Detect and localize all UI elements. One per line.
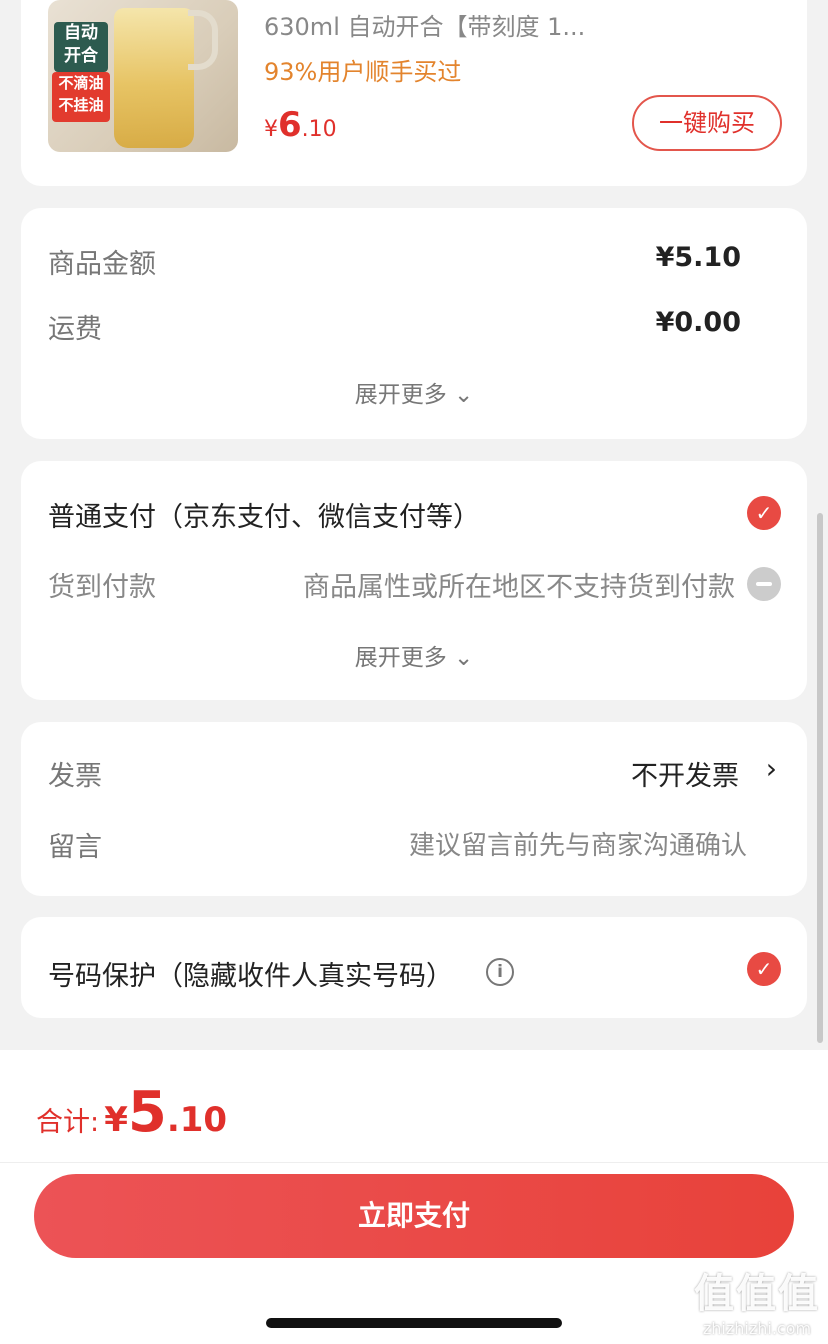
product-price: ¥6.10 [264, 105, 337, 145]
product-bought-stat: 93%用户顺手买过 [264, 58, 462, 86]
number-protection-label: 号码保护（隐藏收件人真实号码） [48, 961, 453, 992]
goods-amount-value: ¥5.10 [655, 242, 741, 273]
thumb-tag-nodrip: 不滴油 不挂油 [52, 72, 110, 122]
scrollbar[interactable] [817, 513, 823, 1043]
bottle-handle-image [188, 10, 218, 70]
shipping-value: ¥0.00 [655, 307, 741, 338]
watermark-url: zhizhizhi.com [702, 1319, 812, 1338]
payment-card: 普通支付（京东支付、微信支付等） ✓ 货到付款 商品属性或所在地区不支持货到付款… [21, 461, 807, 700]
oil-bottle-image [114, 8, 194, 148]
cod-disabled-icon [747, 567, 781, 601]
product-title[interactable]: 630ml 自动开合【带刻度 1... [264, 7, 585, 42]
total-dec: .10 [166, 1100, 228, 1140]
one-click-buy-button[interactable]: 一键购买 [632, 95, 782, 151]
watermark: 值值值 zhizhizhi.com [694, 1261, 820, 1338]
privacy-card: 号码保护（隐藏收件人真实号码） i ✓ [21, 917, 807, 1018]
amount-expand-more-button[interactable]: 展开更多 ⌄ [21, 375, 807, 409]
cod-unavailable-note: 商品属性或所在地区不支持货到付款 [303, 572, 735, 603]
thumb-tag-nodrip-line2: 不挂油 [58, 96, 104, 114]
order-total: 合计: ¥5.10 [36, 1080, 227, 1145]
thumb-tag-auto-line2: 开合 [64, 46, 98, 66]
number-protection-check-icon[interactable]: ✓ [747, 952, 781, 986]
invoice-label: 发票 [48, 761, 102, 792]
invoice-value[interactable]: 不开发票 [631, 754, 739, 793]
message-label: 留言 [48, 832, 102, 863]
product-price-int: 6 [278, 105, 302, 145]
watermark-logo: 值值值 [694, 1271, 820, 1317]
total-currency: ¥ [104, 1100, 128, 1140]
normal-payment-option[interactable]: 普通支付（京东支付、微信支付等） [48, 495, 480, 534]
goods-amount-label: 商品金额 [48, 249, 156, 280]
shipping-label: 运费 [48, 314, 102, 345]
invoice-chevron-right-icon[interactable]: › [766, 752, 777, 785]
thumb-tag-nodrip-line1: 不滴油 [58, 74, 104, 92]
product-price-currency: ¥ [264, 117, 278, 142]
divider [0, 1162, 828, 1163]
pay-now-button[interactable]: 立即支付 [34, 1174, 794, 1258]
invoice-card: 发票 不开发票 › 留言 建议留言前先与商家沟通确认 [21, 722, 807, 896]
thumb-tag-auto: 自动 开合 [54, 22, 108, 72]
thumb-tag-auto-line1: 自动 [64, 23, 98, 43]
cod-payment-option: 货到付款 [48, 572, 156, 603]
info-icon[interactable]: i [486, 958, 514, 986]
product-card: 自动 开合 不滴油 不挂油 630ml 自动开合【带刻度 1... 93%用户顺… [21, 0, 807, 186]
total-int: 5 [127, 1080, 167, 1145]
normal-payment-check-icon[interactable]: ✓ [747, 496, 781, 530]
product-thumbnail[interactable]: 自动 开合 不滴油 不挂油 [48, 0, 238, 152]
product-price-dec: .10 [301, 117, 337, 142]
message-input[interactable]: 建议留言前先与商家沟通确认 [409, 825, 747, 862]
home-indicator[interactable] [266, 1318, 562, 1328]
amount-card: 商品金额 ¥5.10 运费 ¥0.00 展开更多 ⌄ [21, 208, 807, 439]
payment-expand-more-button[interactable]: 展开更多 ⌄ [21, 638, 807, 672]
checkout-bar: 合计: ¥5.10 立即支付 值值值 zhizhizhi.com [0, 1050, 828, 1344]
total-label: 合计: [36, 1107, 100, 1138]
